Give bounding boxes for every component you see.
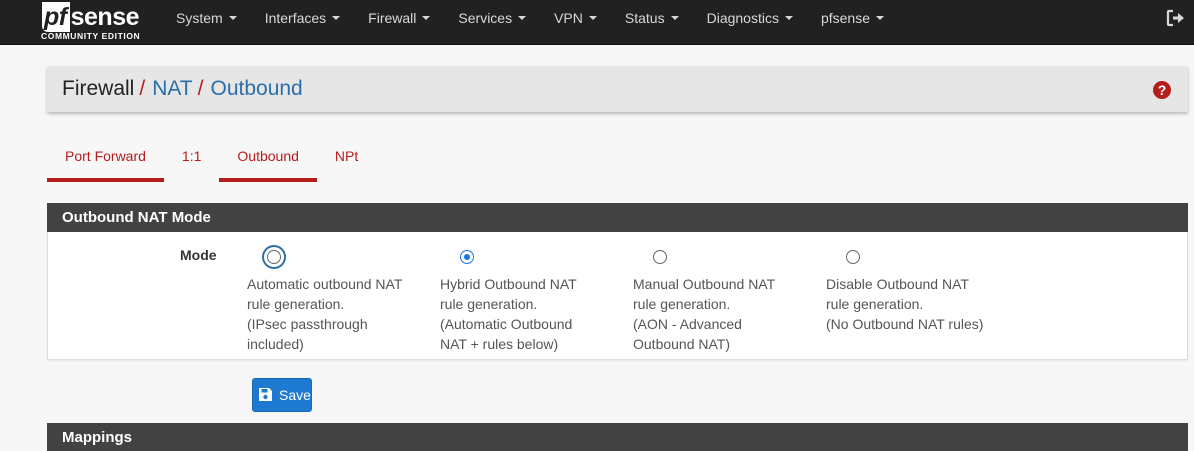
logo-subtitle: COMMUNITY EDITION	[41, 31, 141, 41]
caret-down-icon	[784, 16, 793, 21]
nav-status-label: Status	[624, 10, 665, 26]
caret-down-icon	[876, 16, 885, 21]
breadcrumb-separator: /	[139, 77, 146, 100]
nav-firewall-label: Firewall	[368, 10, 417, 26]
tab-outbound[interactable]: Outbound	[219, 140, 317, 182]
pfsense-logo[interactable]: pf sense COMMUNITY EDITION	[40, 2, 152, 42]
nav-services[interactable]: Services	[444, 0, 540, 45]
save-icon	[259, 388, 272, 401]
caret-down-icon	[518, 16, 527, 21]
option-line: included)	[247, 336, 304, 352]
nav-services-label: Services	[458, 10, 513, 26]
option-line: rule generation.	[826, 296, 924, 312]
option-line: NAT + rules below)	[440, 336, 559, 352]
nav-system[interactable]: System	[162, 0, 251, 45]
option-line: (IPsec passthrough	[247, 316, 368, 332]
mappings-heading: Mappings	[47, 423, 1188, 451]
option-line: Manual Outbound NAT	[633, 276, 776, 292]
sign-out-icon[interactable]	[1166, 9, 1186, 27]
mode-label: Mode	[180, 247, 217, 263]
option-line: (No Outbound NAT rules)	[826, 316, 984, 332]
breadcrumb: Firewall / NAT / Outbound	[62, 66, 303, 112]
mode-option-hybrid-text: Hybrid Outbound NAT rule generation. (Au…	[440, 274, 620, 354]
nav-interfaces[interactable]: Interfaces	[251, 0, 354, 45]
logo-pf: pf	[42, 2, 70, 32]
nav-interfaces-label: Interfaces	[264, 10, 327, 26]
mode-option-automatic-text: Automatic outbound NAT rule generation. …	[247, 274, 427, 354]
breadcrumb-panel: Firewall / NAT / Outbound ?	[47, 66, 1188, 112]
option-line: (AON - Advanced	[633, 316, 742, 332]
option-line: Hybrid Outbound NAT	[440, 276, 577, 292]
option-line: Outbound NAT)	[633, 336, 731, 352]
option-line: rule generation.	[440, 296, 538, 312]
tab-port-forward[interactable]: Port Forward	[47, 140, 164, 182]
option-line: Disable Outbound NAT	[826, 276, 969, 292]
radio-automatic[interactable]	[267, 250, 281, 264]
nav-firewall[interactable]: Firewall	[354, 0, 444, 45]
nat-tabs: Port Forward 1:1 Outbound NPt	[47, 140, 376, 182]
save-label: Save	[279, 387, 311, 403]
main-menu: System Interfaces Firewall Services VPN …	[162, 0, 898, 45]
nav-status[interactable]: Status	[611, 0, 693, 45]
outbound-nat-mode-body: Mode Automatic outbound NAT rule generat…	[47, 232, 1188, 360]
option-line: rule generation.	[633, 296, 731, 312]
save-button[interactable]: Save	[252, 378, 312, 412]
caret-down-icon	[588, 16, 597, 21]
nav-system-label: System	[176, 10, 223, 26]
top-navbar: pf sense COMMUNITY EDITION System Interfa…	[0, 0, 1194, 45]
nav-vpn[interactable]: VPN	[540, 0, 611, 45]
radio-manual[interactable]	[653, 250, 667, 264]
tab-npt[interactable]: NPt	[317, 140, 376, 182]
nav-pfsense-label: pfsense	[820, 10, 871, 26]
tab-one-to-one[interactable]: 1:1	[164, 140, 219, 182]
question-circle-icon[interactable]: ?	[1153, 81, 1171, 99]
nav-pfsense[interactable]: pfsense	[807, 0, 898, 45]
breadcrumb-outbound[interactable]: Outbound	[210, 77, 302, 100]
logo-wordmark: pf sense	[42, 2, 140, 32]
caret-down-icon	[422, 16, 431, 21]
nav-diagnostics-label: Diagnostics	[706, 10, 779, 26]
breadcrumb-nat[interactable]: NAT	[152, 77, 192, 100]
option-line: rule generation.	[247, 296, 345, 312]
mode-option-manual-text: Manual Outbound NAT rule generation. (AO…	[633, 274, 813, 354]
breadcrumb-firewall: Firewall	[62, 77, 135, 100]
nav-vpn-label: VPN	[554, 10, 583, 26]
caret-down-icon	[228, 16, 237, 21]
option-line: Automatic outbound NAT	[247, 276, 403, 292]
caret-down-icon	[670, 16, 679, 21]
breadcrumb-separator: /	[197, 77, 204, 100]
outbound-nat-mode-heading: Outbound NAT Mode	[47, 203, 1188, 232]
logo-sense: sense	[70, 3, 140, 31]
radio-hybrid[interactable]	[460, 250, 474, 264]
mode-option-disable-text: Disable Outbound NAT rule generation. (N…	[826, 274, 1006, 334]
radio-disable[interactable]	[846, 250, 860, 264]
option-line: (Automatic Outbound	[440, 316, 573, 332]
caret-down-icon	[332, 16, 341, 21]
nav-diagnostics[interactable]: Diagnostics	[693, 0, 807, 45]
